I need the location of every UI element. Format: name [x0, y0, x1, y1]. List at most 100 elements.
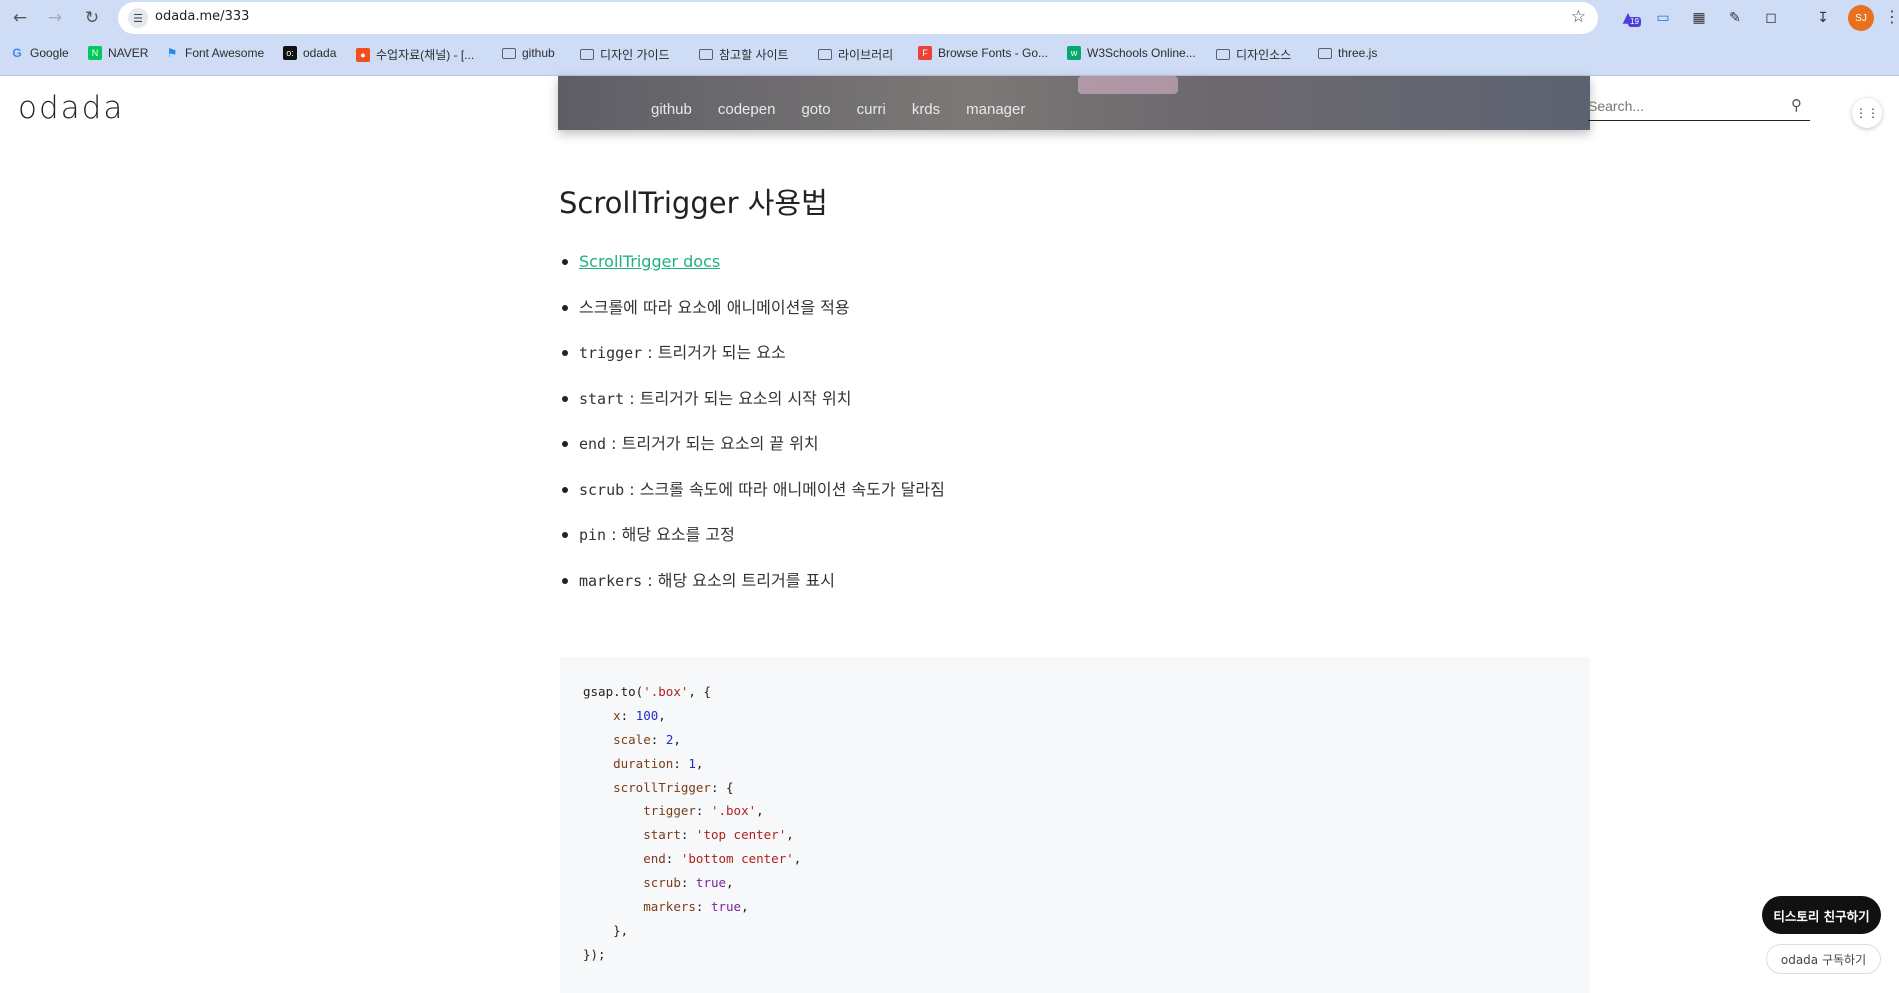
bookmark-label: Browse Fonts - Go... — [938, 46, 1049, 60]
code-line: x: 100, — [613, 707, 666, 723]
nav-link-krds[interactable]: krds — [912, 101, 940, 118]
code-line: }, — [583, 922, 629, 938]
site-info-icon[interactable]: ☰ — [128, 8, 148, 28]
bookmark-label: Google — [30, 46, 69, 60]
bookmark-folder-github[interactable]: github — [502, 46, 555, 60]
url-text[interactable]: odada.me/333 — [155, 9, 249, 24]
bookmark-w3schools[interactable]: w W3Schools Online... — [1067, 46, 1196, 60]
code-line: scrollTrigger: { — [613, 779, 734, 795]
search-input[interactable] — [1588, 93, 1778, 119]
list-item: end : 트리거가 되는 요소의 끝 위치 — [559, 432, 1589, 478]
folder-icon — [818, 49, 832, 60]
folder-icon — [1216, 49, 1230, 60]
item-text: : 트리거가 되는 요소 — [642, 343, 786, 362]
docs-link[interactable]: ScrollTrigger docs — [579, 252, 720, 271]
search-box: ⚲ — [1588, 93, 1810, 121]
bookmark-folder-design-guide[interactable]: 디자인 가이드 — [580, 46, 670, 63]
code-line: }); — [583, 946, 606, 962]
w3schools-icon: w — [1067, 46, 1081, 60]
search-icon[interactable]: ⚲ — [1791, 96, 1802, 114]
code-line: scrub: true, — [643, 875, 734, 891]
item-code: trigger — [579, 344, 643, 362]
forward-icon[interactable]: → — [43, 6, 67, 30]
apps-grid-icon[interactable]: ⋮⋮ — [1852, 98, 1882, 128]
bookmark-naver[interactable]: N NAVER — [88, 46, 148, 60]
folder-icon — [699, 49, 713, 60]
site-header: odada github codepen goto curri krds man… — [0, 76, 1899, 146]
nav-link-goto[interactable]: goto — [801, 101, 830, 118]
bullet-list: ScrollTrigger docs 스크롤에 따라 요소에 애니메이션을 적용… — [559, 250, 1589, 614]
list-item: trigger : 트리거가 되는 요소 — [559, 341, 1589, 387]
browser-toolbar: ← → ↻ ☰ odada.me/333 ☆ ▲ 19 ▭ ▦ ✎ ◻ ↧ SJ… — [0, 0, 1899, 36]
extensions-puzzle-icon[interactable]: ◻ — [1760, 7, 1782, 29]
nav-link-curri[interactable]: curri — [857, 101, 886, 118]
list-item: pin : 해당 요소를 고정 — [559, 523, 1589, 569]
reload-icon[interactable]: ↻ — [80, 6, 104, 30]
back-icon[interactable]: ← — [8, 6, 32, 30]
bookmark-folder-reference[interactable]: 참고할 사이트 — [699, 46, 789, 63]
item-text: : 트리거가 되는 요소의 시작 위치 — [624, 388, 852, 408]
list-item: scrub : 스크롤 속도에 따라 애니메이션 속도가 달라짐 — [559, 478, 1589, 524]
nav-link-codepen[interactable]: codepen — [718, 101, 776, 118]
list-item: 스크롤에 따라 요소에 애니메이션을 적용 — [559, 296, 1589, 342]
nav-link-manager[interactable]: manager — [966, 101, 1025, 118]
color-picker-icon[interactable]: ▦ — [1688, 7, 1710, 29]
item-code: end — [579, 435, 607, 453]
item-code: markers — [579, 571, 643, 590]
bookmark-star-icon[interactable]: ☆ — [1571, 7, 1586, 27]
item-text: : 스크롤 속도에 따라 애니메이션 속도가 달라짐 — [624, 479, 945, 499]
bookmark-label: NAVER — [108, 46, 149, 60]
code-line: duration: 1, — [613, 755, 704, 771]
code-line: markers: true, — [643, 899, 749, 915]
bookmark-class-materials[interactable]: ● 수업자료(채널) - [... — [356, 46, 474, 63]
main-nav: github codepen goto curri krds manager — [651, 101, 1025, 118]
bookmark-folder-threejs[interactable]: three.js — [1318, 46, 1377, 60]
eyedropper-icon[interactable]: ✎ — [1724, 7, 1746, 29]
figma-icon: ● — [356, 47, 370, 62]
profile-avatar[interactable]: SJ — [1848, 5, 1874, 31]
bookmark-folder-design-source[interactable]: 디자인소스 — [1216, 46, 1291, 63]
bookmark-label: 디자인 가이드 — [600, 48, 670, 62]
banner-decoration — [1078, 76, 1178, 94]
tistory-friend-button[interactable]: 티스토리 친구하기 — [1762, 896, 1881, 934]
site-logo[interactable]: odada — [18, 90, 124, 126]
bookmark-label: 참고할 사이트 — [719, 48, 789, 62]
folder-icon — [580, 49, 594, 60]
code-block[interactable]: gsap.to('.box', { x: 100, scale: 2, dura… — [560, 657, 1590, 993]
bookmark-label: odada — [303, 46, 337, 60]
google-icon: G — [12, 46, 22, 60]
item-text: 스크롤에 따라 요소에 애니메이션을 적용 — [579, 297, 850, 317]
subscribe-button[interactable]: odada 구독하기 — [1766, 944, 1881, 974]
extension-badge: 19 — [1628, 17, 1641, 27]
list-item: markers : 해당 요소의 트리거를 표시 — [559, 569, 1589, 615]
bookmark-odada[interactable]: o: odada — [283, 46, 336, 60]
item-code: start — [579, 389, 625, 408]
folder-icon — [1318, 47, 1332, 59]
bookmark-label: Font Awesome — [185, 46, 265, 60]
code-line: scale: 2, — [613, 731, 681, 747]
bookmark-font-awesome[interactable]: ⚑ Font Awesome — [165, 46, 265, 60]
post-content: ScrollTrigger 사용법 ScrollTrigger docs 스크롤… — [559, 180, 1589, 614]
bookmark-label: three.js — [1338, 46, 1378, 60]
code-line: start: 'top center', — [643, 827, 794, 843]
address-bar[interactable]: ☰ odada.me/333 ☆ — [118, 2, 1598, 34]
more-menu-icon[interactable]: ⋮ — [1884, 7, 1899, 26]
post-title: ScrollTrigger 사용법 — [559, 186, 828, 220]
bookmark-label: 라이브러리 — [838, 48, 894, 62]
list-item: start : 트리거가 되는 요소의 시작 위치 — [559, 387, 1589, 433]
item-text: : 해당 요소의 트리거를 표시 — [642, 570, 835, 590]
bookmark-browse-fonts[interactable]: F Browse Fonts - Go... — [918, 46, 1048, 60]
flag-icon: ⚑ — [166, 46, 178, 60]
nav-link-github[interactable]: github — [651, 101, 692, 118]
code-line: end: 'bottom center', — [643, 851, 802, 867]
bookmark-google[interactable]: G Google — [10, 46, 69, 60]
item-code: scrub — [579, 480, 625, 499]
odada-icon: o: — [283, 46, 297, 60]
download-icon[interactable]: ↧ — [1812, 7, 1834, 29]
tab-icon[interactable]: ▭ — [1652, 7, 1674, 29]
bookmark-label: 디자인소스 — [1236, 48, 1292, 62]
bookmarks-bar: G Google N NAVER ⚑ Font Awesome o: odada ● 수업… — [0, 36, 1899, 76]
folder-icon — [502, 47, 516, 59]
list-item: ScrollTrigger docs — [559, 250, 1589, 296]
bookmark-folder-library[interactable]: 라이브러리 — [818, 46, 893, 63]
